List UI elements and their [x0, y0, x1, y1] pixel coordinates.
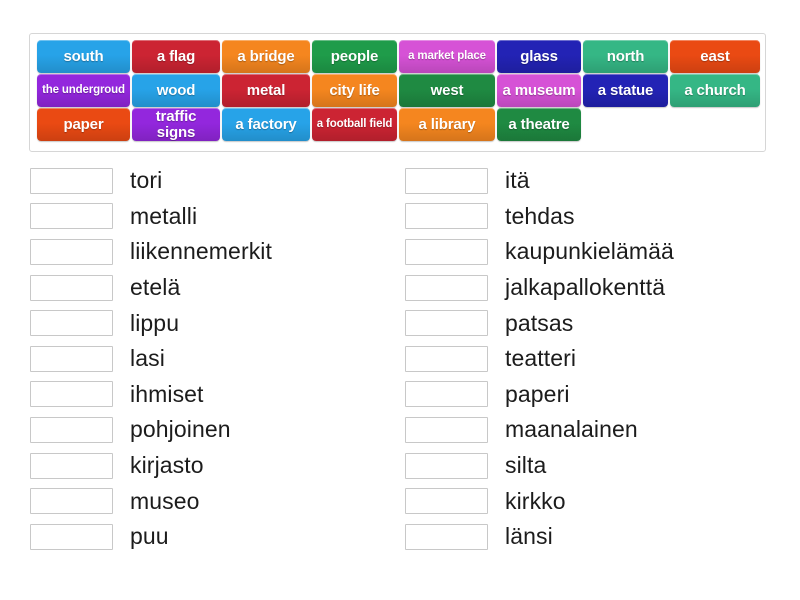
answer-prompt-word: silta: [505, 452, 547, 479]
answer-row: tori: [30, 163, 400, 199]
answer-row: lippu: [30, 305, 400, 341]
word-tile[interactable]: a factory: [222, 108, 310, 141]
word-tile[interactable]: glass: [497, 40, 581, 73]
answer-prompt-word: liikennemerkit: [130, 238, 273, 265]
answer-row: liikennemerkit: [30, 234, 400, 270]
answer-prompt-word: museo: [130, 487, 200, 514]
answer-prompt-word: jalkapallokenttä: [505, 274, 666, 301]
answer-drop-box[interactable]: [30, 167, 113, 194]
answer-drop-box[interactable]: [30, 381, 113, 408]
answer-prompt-word: kirjasto: [130, 452, 204, 479]
answer-row: silta: [405, 448, 775, 484]
answer-prompt-word: etelä: [130, 274, 181, 301]
answer-row: puu: [30, 519, 400, 555]
answer-row: tehdas: [405, 199, 775, 235]
answer-prompt-word: kirkko: [505, 487, 566, 514]
word-tile[interactable]: a bridge: [222, 40, 310, 73]
answer-row: ihmiset: [30, 377, 400, 413]
word-tile[interactable]: a flag: [132, 40, 220, 73]
word-tile-bank: south a flag a bridge people a market place g…: [29, 33, 766, 152]
word-tile[interactable]: a museum: [497, 74, 581, 107]
answer-prompt-word: tehdas: [505, 202, 575, 229]
word-tile[interactable]: east: [670, 40, 760, 73]
word-tile[interactable]: the undergroud: [37, 74, 130, 107]
answer-drop-box[interactable]: [30, 452, 113, 479]
answer-row: metalli: [30, 199, 400, 235]
answer-drop-box[interactable]: [405, 416, 488, 443]
answer-row: lasi: [30, 341, 400, 377]
answer-row: kaupunkielämää: [405, 234, 775, 270]
answer-prompt-word: lippu: [130, 309, 180, 336]
answer-prompt-word: paperi: [505, 380, 570, 407]
answer-row: itä: [405, 163, 775, 199]
answer-prompt-word: teatteri: [505, 345, 577, 372]
word-tile[interactable]: people: [312, 40, 397, 73]
answer-prompt-word: kaupunkielämää: [505, 238, 674, 265]
answer-drop-box[interactable]: [405, 345, 488, 372]
answer-drop-box[interactable]: [405, 452, 488, 479]
answer-drop-box[interactable]: [30, 310, 113, 337]
answer-drop-box[interactable]: [30, 345, 113, 372]
answer-row: kirkko: [405, 483, 775, 519]
answer-prompt-word: patsas: [505, 309, 574, 336]
answer-drop-box[interactable]: [405, 310, 488, 337]
answer-prompt-word: itä: [505, 167, 530, 194]
answer-drop-box[interactable]: [30, 274, 113, 301]
word-tile[interactable]: a church: [670, 74, 760, 107]
answer-row: länsi: [405, 519, 775, 555]
tile-row: the undergroud wood metal city life west a mu…: [37, 74, 765, 107]
answer-prompt-word: maanalainen: [505, 416, 638, 443]
answer-drop-box[interactable]: [30, 523, 113, 550]
answer-drop-box[interactable]: [405, 381, 488, 408]
tile-row: south a flag a bridge people a market place g…: [37, 40, 765, 73]
word-tile[interactable]: city life: [312, 74, 397, 107]
answer-row: kirjasto: [30, 448, 400, 484]
answer-column-right: itä tehdas kaupunkielämää jalkapallokenttä p…: [405, 163, 775, 555]
answer-prompt-word: länsi: [505, 523, 553, 550]
word-tile[interactable]: a library: [399, 108, 495, 141]
word-tile[interactable]: north: [583, 40, 668, 73]
word-tile[interactable]: a market place: [399, 40, 495, 73]
word-tile[interactable]: south: [37, 40, 130, 73]
answer-prompt-word: lasi: [130, 345, 165, 372]
answer-drop-box[interactable]: [405, 274, 488, 301]
answer-row: teatteri: [405, 341, 775, 377]
answer-drop-box[interactable]: [405, 167, 488, 194]
answer-drop-box[interactable]: [405, 488, 488, 515]
word-tile[interactable]: a theatre: [497, 108, 581, 141]
answer-drop-box[interactable]: [405, 238, 488, 265]
answer-drop-box[interactable]: [30, 416, 113, 443]
answer-row: patsas: [405, 305, 775, 341]
answer-prompt-word: pohjoinen: [130, 416, 231, 443]
word-tile[interactable]: traffic signs: [132, 108, 220, 141]
answer-prompt-word: ihmiset: [130, 380, 204, 407]
answer-prompt-word: metalli: [130, 202, 198, 229]
answer-row: etelä: [30, 270, 400, 306]
answer-drop-box[interactable]: [30, 488, 113, 515]
answer-row: maanalainen: [405, 412, 775, 448]
answer-drop-box[interactable]: [405, 523, 488, 550]
word-tile[interactable]: a statue: [583, 74, 668, 107]
answer-row: pohjoinen: [30, 412, 400, 448]
word-tile[interactable]: west: [399, 74, 495, 107]
answer-drop-box[interactable]: [405, 203, 488, 230]
answer-prompt-word: puu: [130, 523, 169, 550]
answer-row: paperi: [405, 377, 775, 413]
answer-drop-box[interactable]: [30, 238, 113, 265]
answer-row: museo: [30, 483, 400, 519]
answer-drop-box[interactable]: [30, 203, 113, 230]
tile-row: paper traffic signs a factory a football fi…: [37, 108, 765, 141]
answer-prompt-word: tori: [130, 167, 163, 194]
answer-row: jalkapallokenttä: [405, 270, 775, 306]
answer-column-left: tori metalli liikennemerkit etelä lippu lasi i…: [30, 163, 400, 555]
word-tile[interactable]: wood: [132, 74, 220, 107]
word-tile[interactable]: paper: [37, 108, 130, 141]
word-tile[interactable]: a football field: [312, 108, 397, 141]
word-tile[interactable]: metal: [222, 74, 310, 107]
